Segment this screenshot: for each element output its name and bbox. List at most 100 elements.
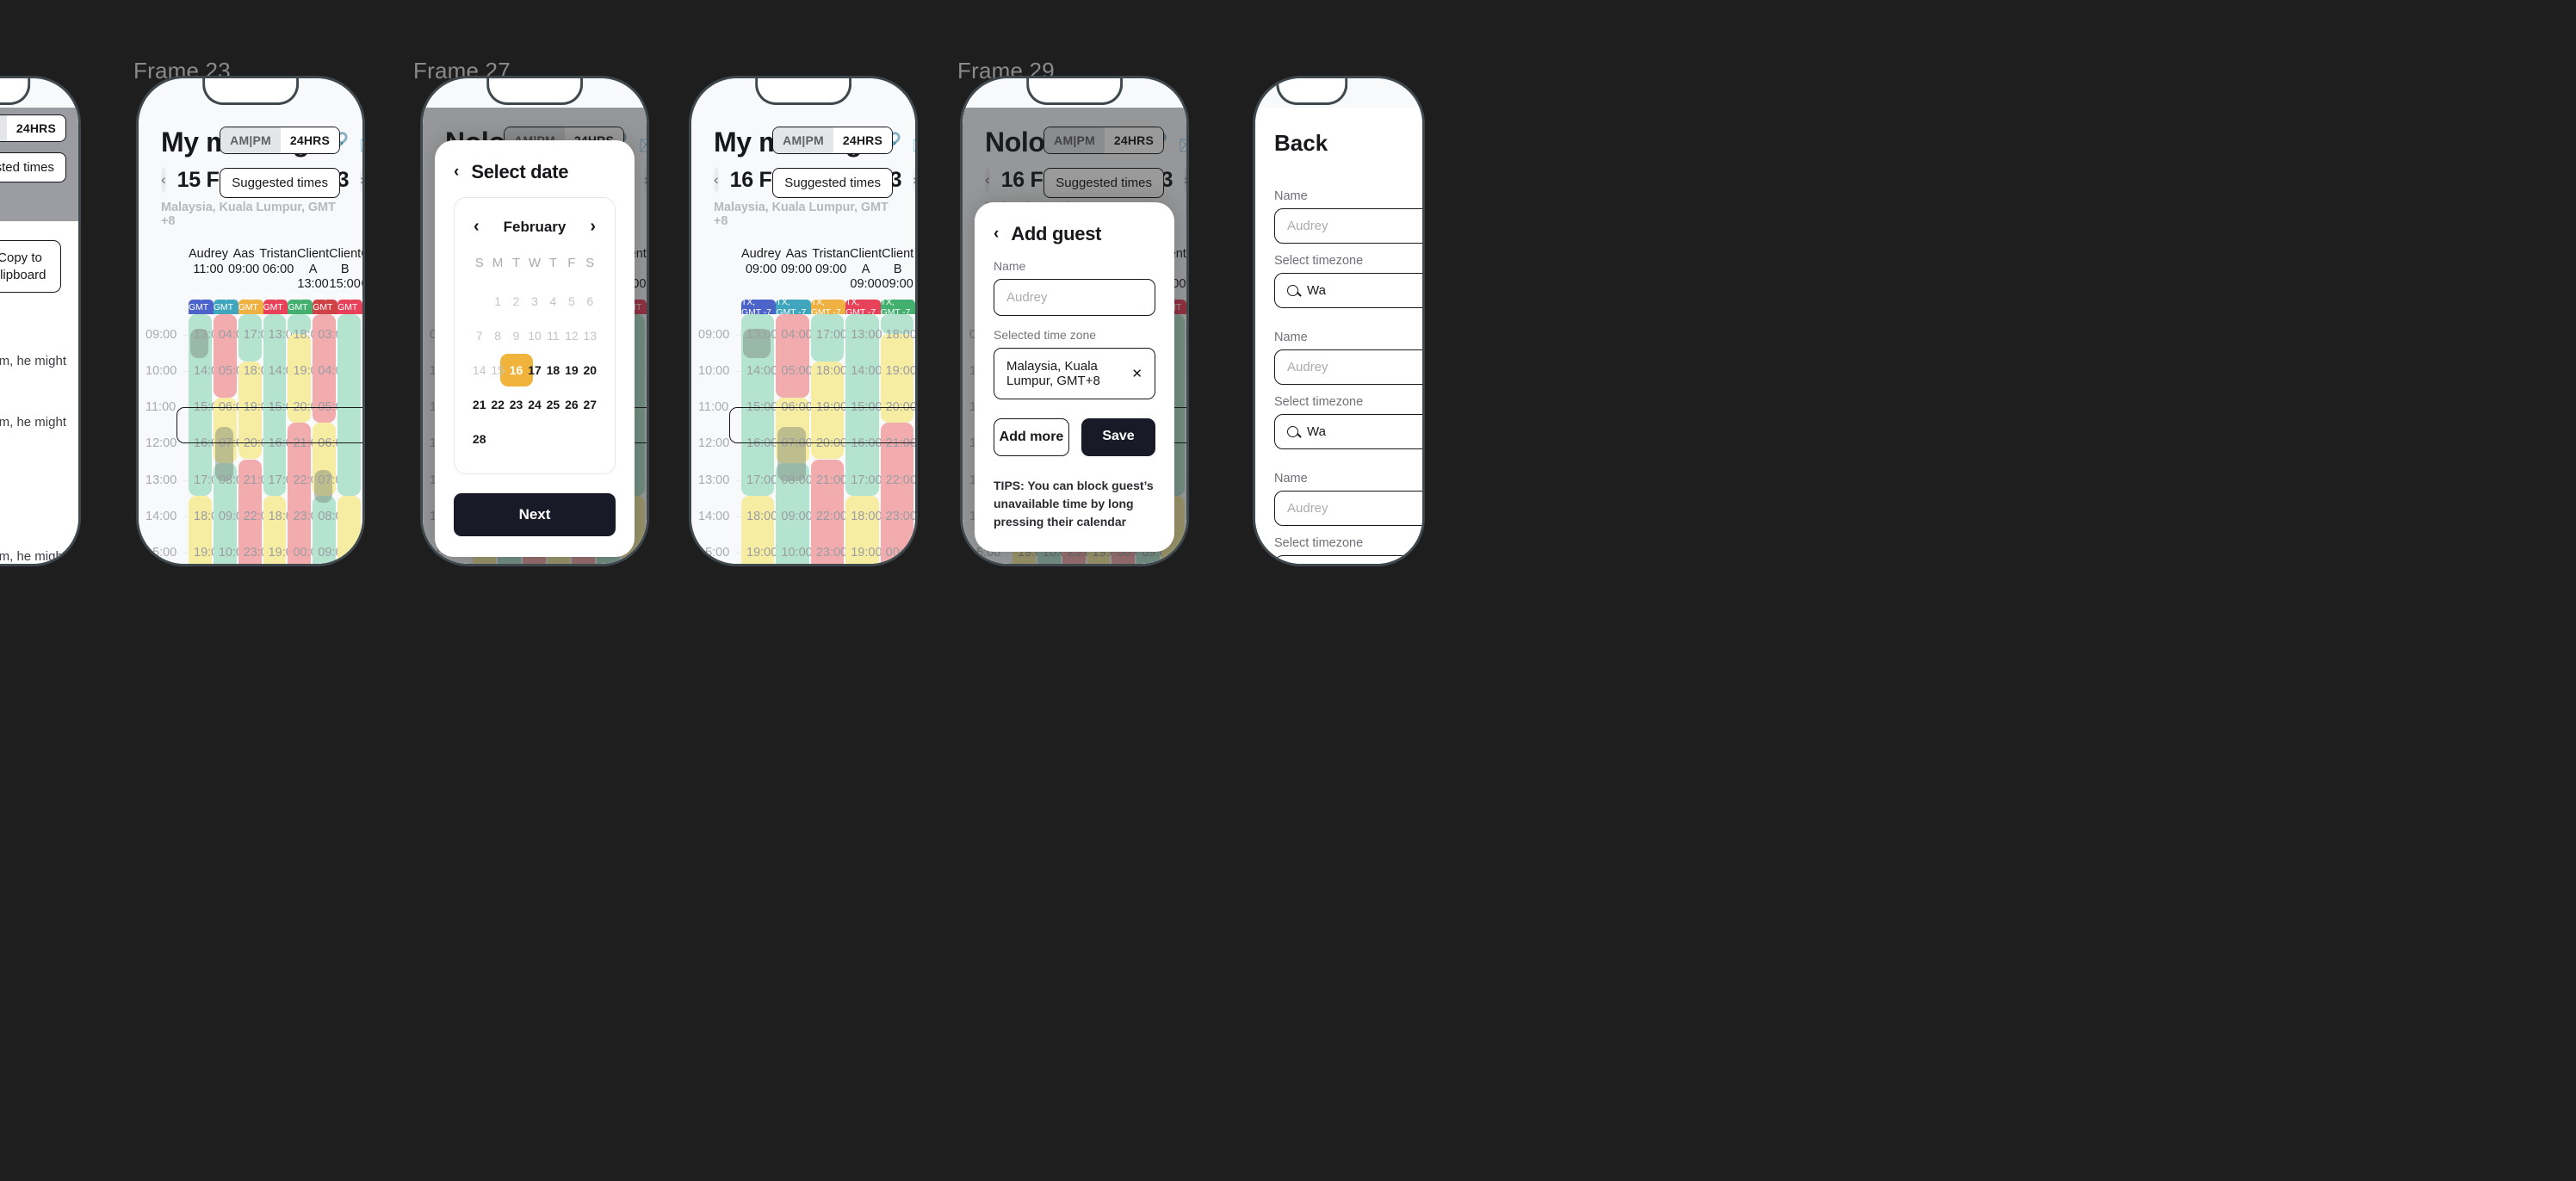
- participant-4[interactable]: Client A09:00: [850, 247, 882, 293]
- calendar-day-12[interactable]: 12: [562, 318, 580, 353]
- participant-name: Client A: [850, 247, 882, 276]
- calendar-day-27[interactable]: 27: [581, 387, 599, 422]
- participant-time: 09:00: [882, 277, 913, 292]
- mail-icon[interactable]: 📩: [1179, 133, 1186, 151]
- time-format-toggle[interactable]: AM|PM 24HRS: [0, 114, 66, 142]
- suggested-times-button[interactable]: Suggested times: [772, 168, 893, 198]
- calendar-day-4[interactable]: 4: [544, 284, 562, 318]
- calendar-day-11[interactable]: 11: [544, 318, 562, 353]
- calendar-day-1[interactable]: 1: [488, 284, 506, 318]
- calendar-day-15[interactable]: 15: [488, 353, 506, 387]
- calendar-grid[interactable]: 09:0010:0011:0012:0013:0014:0015:0016:00…: [139, 292, 362, 564]
- calendar-day-5[interactable]: 5: [562, 284, 580, 318]
- calendar-day-24[interactable]: 24: [525, 387, 543, 422]
- 24hrs-option[interactable]: 24HRS: [280, 127, 339, 153]
- calendar-day-8[interactable]: 8: [488, 318, 506, 353]
- availability-block-yellow[interactable]: [337, 495, 362, 564]
- calendar-day-13[interactable]: 13: [581, 318, 599, 353]
- local-time-label: 19:00: [746, 545, 778, 560]
- calendar-day-22[interactable]: 22: [488, 387, 506, 422]
- participant-5[interactable]: Client B09:00: [882, 247, 913, 293]
- suggested-times-button[interactable]: Suggested times: [1043, 168, 1164, 198]
- mail-icon[interactable]: 📩: [639, 133, 647, 151]
- next-day-button[interactable]: ›: [644, 167, 647, 193]
- name-input[interactable]: Audrey: [1274, 491, 1422, 526]
- name-input[interactable]: Audrey: [1274, 349, 1422, 385]
- calendar-day-19[interactable]: 19: [562, 353, 580, 387]
- selected-time-band[interactable]: [729, 407, 915, 444]
- prev-day-button[interactable]: ‹: [161, 167, 166, 193]
- back-chevron-icon[interactable]: ‹: [454, 163, 459, 182]
- mail-icon[interactable]: 📩: [359, 133, 362, 151]
- calendar-day-16[interactable]: 16: [507, 353, 525, 387]
- timezone-search-input[interactable]: Wa: [1274, 273, 1422, 308]
- add-more-button[interactable]: Add more: [994, 418, 1069, 456]
- timezone-search-input[interactable]: Wa: [1274, 414, 1422, 449]
- participant-4[interactable]: Client A 13:00: [297, 247, 329, 293]
- ampm-option[interactable]: AM|PM: [0, 115, 7, 141]
- calendar-day-2[interactable]: 2: [507, 284, 525, 318]
- time-format-toggle[interactable]: AM|PM 24HRS: [772, 127, 893, 154]
- calendar-day-25[interactable]: 25: [544, 387, 562, 422]
- participant-6[interactable]: Client B03:00: [361, 247, 362, 293]
- scrollbar-thumb[interactable]: [67, 557, 74, 564]
- calendar-day-14[interactable]: 14: [470, 353, 488, 387]
- timezone-search-input[interactable]: Wa: [1274, 555, 1422, 564]
- suggested-times-button[interactable]: Suggested times: [0, 152, 66, 182]
- name-input[interactable]: Audrey: [994, 279, 1155, 316]
- 24hrs-option[interactable]: 24HRS: [6, 115, 65, 141]
- calendar-day-10[interactable]: 10: [525, 318, 543, 353]
- calendar-day-26[interactable]: 26: [562, 387, 580, 422]
- local-time-label: 17:00: [815, 328, 848, 343]
- calendar-day-17[interactable]: 17: [525, 353, 543, 387]
- next-day-button[interactable]: ›: [1184, 167, 1186, 193]
- participant-3[interactable]: Tristan 06:00: [259, 247, 297, 277]
- next-button[interactable]: Next: [454, 493, 616, 536]
- participant-1[interactable]: Audrey 11:00: [189, 247, 228, 277]
- availability-block-red[interactable]: [776, 314, 809, 398]
- name-input[interactable]: Audrey: [1274, 208, 1422, 244]
- back-button[interactable]: Back: [1274, 130, 1403, 157]
- ampm-option[interactable]: AM|PM: [1044, 127, 1105, 153]
- calendar-day-21[interactable]: 21: [470, 387, 488, 422]
- mail-icon[interactable]: 📩: [912, 133, 915, 151]
- ampm-option[interactable]: AM|PM: [773, 127, 833, 153]
- calendar-grid[interactable]: 09:0010:0011:0012:0013:0014:0015:0016:00…: [691, 297, 915, 564]
- chevron-right-icon[interactable]: ›: [590, 217, 596, 237]
- ampm-option[interactable]: AM|PM: [220, 127, 281, 153]
- timezone-input[interactable]: Malaysia, Kuala Lumpur, GMT+8 ✕: [994, 348, 1155, 399]
- availability-block-red[interactable]: [213, 314, 237, 398]
- next-day-button[interactable]: ›: [913, 167, 915, 193]
- participant-3[interactable]: Tristan09:00: [812, 247, 850, 277]
- participant-2[interactable]: Aas09:00: [228, 247, 259, 277]
- copy-to-clipboard-button[interactable]: Copy to clipboard: [0, 240, 61, 293]
- calendar-day-6[interactable]: 6: [581, 284, 599, 318]
- availability-block-green[interactable]: [337, 314, 362, 496]
- calendar-day-3[interactable]: 3: [525, 284, 543, 318]
- local-time-label: 18:00: [885, 328, 915, 343]
- calendar-day-20[interactable]: 20: [581, 353, 599, 387]
- calendar-day-18[interactable]: 18: [544, 353, 562, 387]
- time-format-toggle[interactable]: AM|PM 24HRS: [1043, 127, 1164, 154]
- calendar-weeks[interactable]: 1 2 3 4 5 6 7 8 9 10 11 12 13 14 15 16 17 18 19 20 21 22 23 24 2…: [470, 284, 599, 456]
- calendar-day-28[interactable]: 28: [470, 422, 488, 456]
- selected-time-band[interactable]: [176, 407, 362, 444]
- next-day-button[interactable]: ›: [360, 167, 362, 193]
- back-chevron-icon[interactable]: ‹: [994, 225, 999, 244]
- participant-5[interactable]: Client B 15:00: [329, 247, 361, 293]
- close-icon[interactable]: ✕: [1131, 366, 1142, 381]
- suggested-times-button[interactable]: Suggested times: [220, 168, 340, 198]
- calendar-day-9[interactable]: 9: [507, 318, 525, 353]
- save-button[interactable]: Save: [1081, 418, 1155, 456]
- time-format-toggle[interactable]: AM|PM 24HRS: [220, 127, 340, 154]
- participant-1[interactable]: Audrey09:00: [741, 247, 781, 277]
- calendar-day-23[interactable]: 23: [507, 387, 525, 422]
- calendar-day-7[interactable]: 7: [470, 318, 488, 353]
- chevron-left-icon[interactable]: ‹: [474, 217, 480, 237]
- 24hrs-option[interactable]: 24HRS: [833, 127, 892, 153]
- prev-day-button[interactable]: ‹: [985, 167, 990, 193]
- prev-day-button[interactable]: ‹: [714, 167, 719, 193]
- name-placeholder: Audrey: [1287, 501, 1328, 516]
- 24hrs-option[interactable]: 24HRS: [1104, 127, 1163, 153]
- participant-2[interactable]: Aas09:00: [781, 247, 812, 277]
